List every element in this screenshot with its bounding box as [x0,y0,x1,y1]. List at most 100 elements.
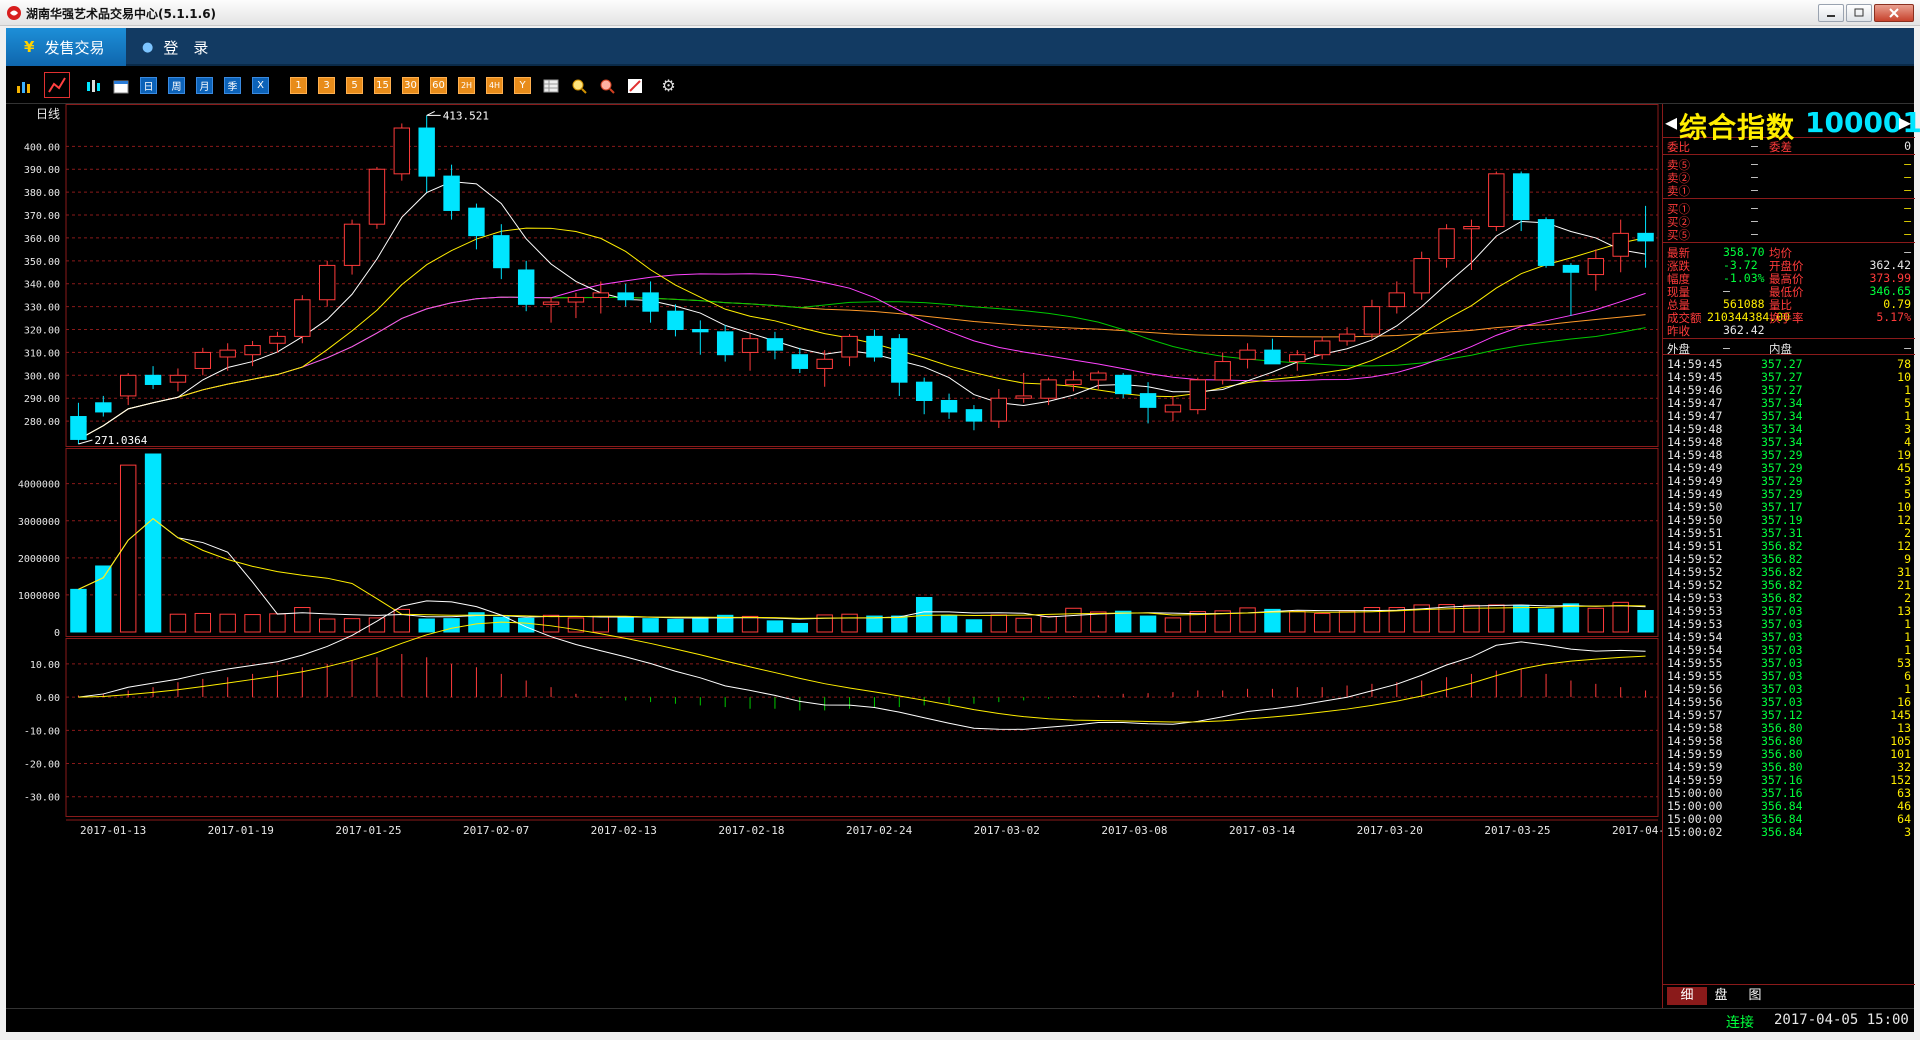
sell-level-row: 卖① — — [1663,182,1915,198]
close-icon [1889,8,1899,18]
quote-separator [1663,242,1915,243]
volume-tick-label: 2000000 [18,554,60,565]
volume-bar [791,622,809,633]
next-arrow-icon[interactable]: ▶ [1899,110,1911,134]
buy-volume: — [1904,227,1911,241]
candle-up [318,264,336,301]
hour-4-button[interactable]: 4H [486,77,503,94]
candle-up [1438,228,1455,260]
volume-bar [144,453,162,633]
tab-login[interactable]: ● 登 录 [142,28,242,66]
volume-bar [1338,610,1356,633]
stat-value: 362.42 [1723,323,1765,337]
volume-bar [1587,607,1605,633]
close-button[interactable] [1874,4,1914,22]
candle-down [1537,219,1555,266]
prev-arrow-icon[interactable]: ◀ [1665,110,1677,134]
macd-tick-label: -20.00 [24,760,60,771]
user-icon: ● [142,39,154,55]
candle-up [1612,232,1629,257]
minute-15-button[interactable]: 15 [374,77,391,94]
wb-label: 委比 [1667,140,1690,154]
volume-bar [219,613,236,633]
candle-down [1114,374,1132,395]
year-button[interactable]: Y [514,77,531,94]
candle-up [119,374,137,397]
tick-price: 356.84 [1761,825,1803,839]
candle-down [791,354,809,369]
price-tick-label: 360.00 [24,234,60,245]
candle-down [766,338,784,351]
candle-up [1164,404,1182,413]
volume-bar [269,613,286,633]
zoom-out-icon[interactable] [598,77,615,94]
date-label: 2017-03-20 [1357,824,1423,837]
price-tick-label: 300.00 [24,371,60,382]
candle-up [244,345,261,356]
app-logo-icon [7,6,21,20]
draw-line-icon[interactable] [626,77,643,94]
candle-up [592,292,610,298]
volume-bar [343,618,361,633]
candle-down [965,409,983,422]
candlestick-icon[interactable] [84,77,101,94]
volume-bar [70,588,87,633]
bar-chart-icon[interactable] [14,77,31,94]
candle-up [169,374,187,383]
volume-bar [493,616,510,633]
volume-bar [642,618,659,633]
order-ratio-row: 委比 — 委差 0 [1663,138,1915,154]
candle-down [517,269,535,305]
volume-bar [95,565,112,633]
volume-bar [1537,608,1555,633]
date-label: 2017-04-05 [1612,824,1662,837]
stat-row: 昨收 362.42 [1663,322,1915,338]
restore-button[interactable] [1846,4,1872,22]
period-week-button[interactable]: 周 [168,77,185,94]
price-tick-label: 390.00 [24,165,60,176]
zoom-in-icon[interactable] [570,77,587,94]
minute-1-button[interactable]: 1 [290,77,307,94]
candle-down [443,175,460,211]
volume-bar [169,613,187,633]
quote-tab-2[interactable]: 图 [1735,987,1775,1005]
table-icon[interactable] [542,77,559,94]
panel-frame [65,638,1659,817]
buy-label: 买⑤ [1667,228,1690,242]
volume-bar [1015,617,1032,633]
tick-volume: 3 [1904,825,1911,839]
volume-bar [741,615,759,633]
candle-up [1015,395,1032,399]
settings-gear-icon[interactable]: ⚙ [660,76,677,95]
connection-status: 连接 [1726,1015,1754,1031]
ma10-line [78,227,1646,440]
line-chart-icon[interactable] [44,72,70,98]
period-day-button[interactable]: 日 [140,77,157,94]
minute-30-button[interactable]: 30 [402,77,419,94]
volume-bar [1612,601,1629,633]
buy-price: — [1751,227,1758,241]
volume-bar [592,615,610,633]
volume-bar [1313,612,1331,633]
quote-panel: ◀ 综合指数 100001 ▶ 委比 — 委差 0 卖⑤ — — 卖② — — 卖① — — 买① — — 买②… [1662,104,1920,1030]
minute-60-button[interactable]: 60 [430,77,447,94]
volume-bar [965,619,983,633]
tab-sale-trade[interactable]: ¥ 发售交易 [6,28,126,66]
minimize-button[interactable] [1818,4,1844,22]
minute-3-button[interactable]: 3 [318,77,335,94]
candle-up [219,349,236,358]
high-price-label: 413.521 [443,109,489,122]
period-x-button[interactable]: X [252,77,269,94]
hour-2-button[interactable]: 2H [458,77,475,94]
price-tick-label: 280.00 [24,417,60,428]
main-area: 400.00 390.00 380.00 370.00 360.00 350.00 340.… [6,104,1920,1030]
quote-separator [1663,354,1915,355]
candle-down [1139,393,1157,408]
period-month-button[interactable]: 月 [196,77,213,94]
period-quarter-button[interactable]: 季 [224,77,241,94]
candle-up [1463,225,1480,230]
volume-ma10-line [78,517,1646,619]
calendar-icon[interactable] [112,77,129,94]
minute-5-button[interactable]: 5 [346,77,363,94]
status-bar: 连接 2017-04-05 15:00 [6,1008,1914,1032]
